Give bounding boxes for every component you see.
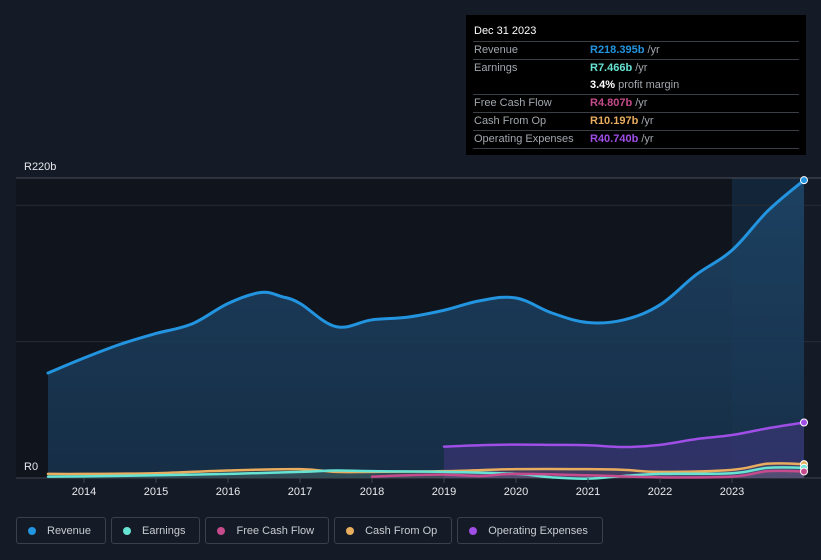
tooltip-row-operating-expenses: Operating Expenses R40.740b /yr <box>473 130 799 149</box>
x-tick-label: 2021 <box>576 486 600 498</box>
free-cash-flow-dot-icon <box>217 526 226 535</box>
legend-item-free-cash-flow[interactable]: Free Cash Flow <box>205 517 330 544</box>
y-tick-label-zero: R0 <box>24 461 38 473</box>
tooltip-row-free-cash-flow: Free Cash Flow R4.807b /yr <box>473 94 799 112</box>
legend-item-earnings[interactable]: Earnings <box>111 517 201 544</box>
x-tick-label: 2018 <box>360 486 384 498</box>
legend-item-operating-expenses[interactable]: Operating Expenses <box>457 517 603 544</box>
x-tick-label: 2019 <box>432 486 456 498</box>
tooltip-label: Operating Expenses <box>474 133 574 145</box>
tooltip-row-profit-margin: 3.4% profit margin <box>473 77 799 94</box>
tooltip-unit: /yr <box>647 44 660 56</box>
tooltip-label: Free Cash Flow <box>474 97 552 109</box>
legend-item-cash-from-op[interactable]: Cash From Op <box>334 517 453 544</box>
tooltip-value: R40.740b <box>590 133 639 145</box>
tooltip-row-cash-from-op: Cash From Op R10.197b /yr <box>473 112 799 130</box>
x-tick-label: 2023 <box>720 486 744 498</box>
revenue-dot-icon <box>28 526 36 535</box>
tooltip-unit: /yr <box>635 62 648 74</box>
cash-from-op-dot-icon <box>346 526 355 535</box>
x-tick-label: 2016 <box>216 486 240 498</box>
revenue-endpoint <box>800 176 808 185</box>
tooltip-unit: /yr <box>635 97 648 109</box>
legend: Revenue Earnings Free Cash Flow Cash Fro… <box>16 517 603 544</box>
tooltip-label: Earnings <box>474 62 518 74</box>
tooltip-date: Dec 31 2023 <box>474 25 537 37</box>
operating-expenses-endpoint <box>800 418 808 427</box>
x-tick-label: 2015 <box>144 486 168 498</box>
tooltip-value: R7.466b <box>590 62 633 74</box>
tooltip-label: Cash From Op <box>474 115 547 127</box>
tooltip-row-earnings: Earnings R7.466b /yr <box>473 59 799 77</box>
legend-label: Operating Expenses <box>488 524 588 537</box>
x-tick-label: 2020 <box>504 486 528 498</box>
legend-label: Earnings <box>142 524 186 537</box>
legend-label: Revenue <box>47 524 92 537</box>
legend-label: Cash From Op <box>365 524 438 537</box>
x-tick-label: 2017 <box>288 486 312 498</box>
x-tick-label: 2014 <box>72 486 96 498</box>
tooltip-label: Revenue <box>474 44 519 56</box>
x-tick-label: 2022 <box>648 486 672 498</box>
tooltip-value: R10.197b <box>590 115 639 127</box>
tooltip-unit: /yr <box>641 133 654 145</box>
tooltip: Dec 31 2023 Revenue R218.395b /yr Earnin… <box>466 15 806 155</box>
tooltip-unit: /yr <box>641 115 654 127</box>
free-cash-flow-endpoint <box>800 467 808 476</box>
tooltip-row-revenue: Revenue R218.395b /yr <box>473 41 799 59</box>
operating-expenses-dot-icon <box>469 526 478 535</box>
y-tick-label-top: R220b <box>24 161 56 173</box>
tooltip-value: 3.4% <box>590 79 616 91</box>
legend-label: Free Cash Flow <box>236 524 315 537</box>
tooltip-unit: profit margin <box>618 79 680 91</box>
tooltip-label <box>473 77 590 94</box>
earnings-dot-icon <box>123 526 132 535</box>
tooltip-value: R4.807b <box>590 97 633 109</box>
tooltip-value: R218.395b <box>590 44 645 56</box>
legend-item-revenue[interactable]: Revenue <box>16 517 107 544</box>
